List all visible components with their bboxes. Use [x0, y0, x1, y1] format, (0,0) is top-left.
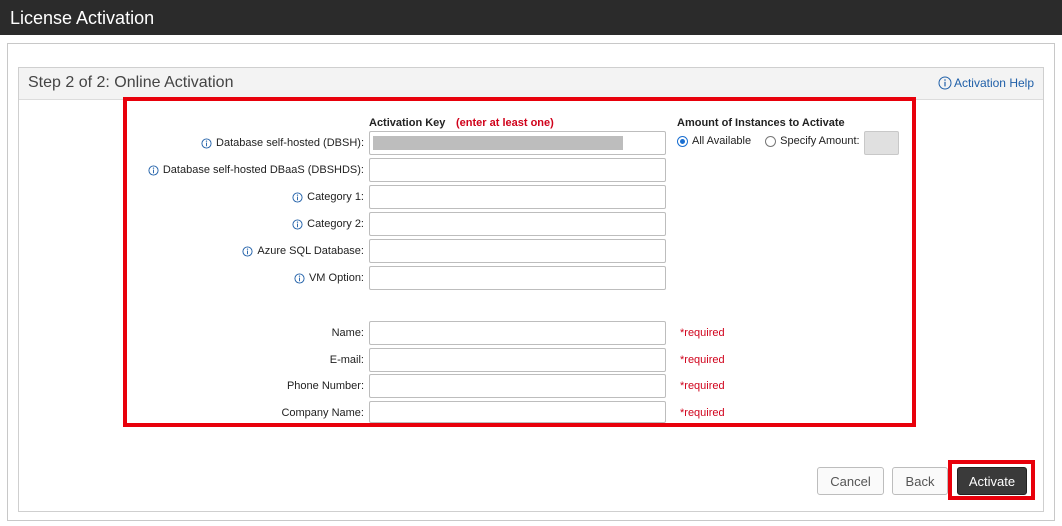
info-icon	[938, 76, 952, 90]
category2-key-input[interactable]	[369, 212, 666, 236]
azure-sql-label: Azure SQL Database:	[242, 245, 364, 257]
dbshds-label: Database self-hosted DBaaS (DBSHDS):	[148, 164, 364, 176]
specify-amount-input[interactable]	[864, 131, 899, 155]
window-title: License Activation	[10, 8, 155, 28]
amount-radio-group: All Available Specify Amount:	[677, 135, 860, 147]
activation-help-label: Activation Help	[953, 76, 1034, 90]
phone-required-note: *required	[680, 380, 725, 392]
category1-key-input[interactable]	[369, 185, 666, 209]
info-icon[interactable]	[292, 218, 303, 230]
category1-label-text: Category 1:	[307, 191, 364, 203]
info-icon[interactable]	[292, 191, 303, 203]
all-available-label[interactable]: All Available	[692, 135, 751, 147]
back-button[interactable]: Back	[892, 467, 948, 495]
category1-label: Category 1:	[292, 191, 364, 203]
dbsh-label-text: Database self-hosted (DBSH):	[216, 137, 364, 149]
name-input[interactable]	[369, 321, 666, 345]
phone-label: Phone Number:	[286, 380, 364, 392]
info-icon[interactable]	[148, 164, 159, 176]
dbshds-key-input[interactable]	[369, 158, 666, 182]
activation-help-link[interactable]: Activation Help	[938, 76, 1034, 90]
email-input[interactable]	[369, 348, 666, 372]
activate-button[interactable]: Activate	[957, 467, 1027, 495]
email-required-note: *required	[680, 354, 725, 366]
name-label: Name:	[331, 327, 364, 339]
info-icon[interactable]	[294, 272, 305, 284]
azure-sql-label-text: Azure SQL Database:	[257, 245, 364, 257]
vm-option-label: VM Option:	[294, 272, 364, 284]
dbsh-key-input[interactable]	[369, 131, 666, 155]
company-input[interactable]	[369, 401, 666, 423]
dbsh-label: Database self-hosted (DBSH):	[201, 137, 364, 149]
name-required-note: *required	[680, 327, 725, 339]
company-required-note: *required	[680, 407, 725, 419]
info-icon[interactable]	[201, 137, 212, 149]
vm-option-key-input[interactable]	[369, 266, 666, 290]
specify-amount-label[interactable]: Specify Amount:	[780, 135, 860, 147]
company-label: Company Name:	[281, 407, 364, 419]
window-title-bar: License Activation	[0, 0, 1062, 35]
cancel-button[interactable]: Cancel	[817, 467, 884, 495]
specify-amount-radio[interactable]	[765, 135, 777, 147]
info-icon[interactable]	[242, 245, 253, 257]
vm-option-label-text: VM Option:	[308, 272, 364, 284]
email-label: E-mail:	[329, 354, 364, 366]
activation-key-header: Activation Key	[369, 117, 446, 129]
all-available-radio[interactable]	[677, 135, 688, 147]
azure-sql-key-input[interactable]	[369, 239, 666, 263]
enter-at-least-one-note: (enter at least one)	[456, 117, 554, 129]
dbshds-label-text: Database self-hosted DBaaS (DBSHDS):	[162, 164, 364, 176]
amount-header: Amount of Instances to Activate	[677, 117, 845, 129]
panel-title: Step 2 of 2: Online Activation	[28, 74, 234, 91]
phone-input[interactable]	[369, 374, 666, 398]
category2-label-text: Category 2:	[307, 218, 364, 230]
category2-label: Category 2:	[292, 218, 364, 230]
